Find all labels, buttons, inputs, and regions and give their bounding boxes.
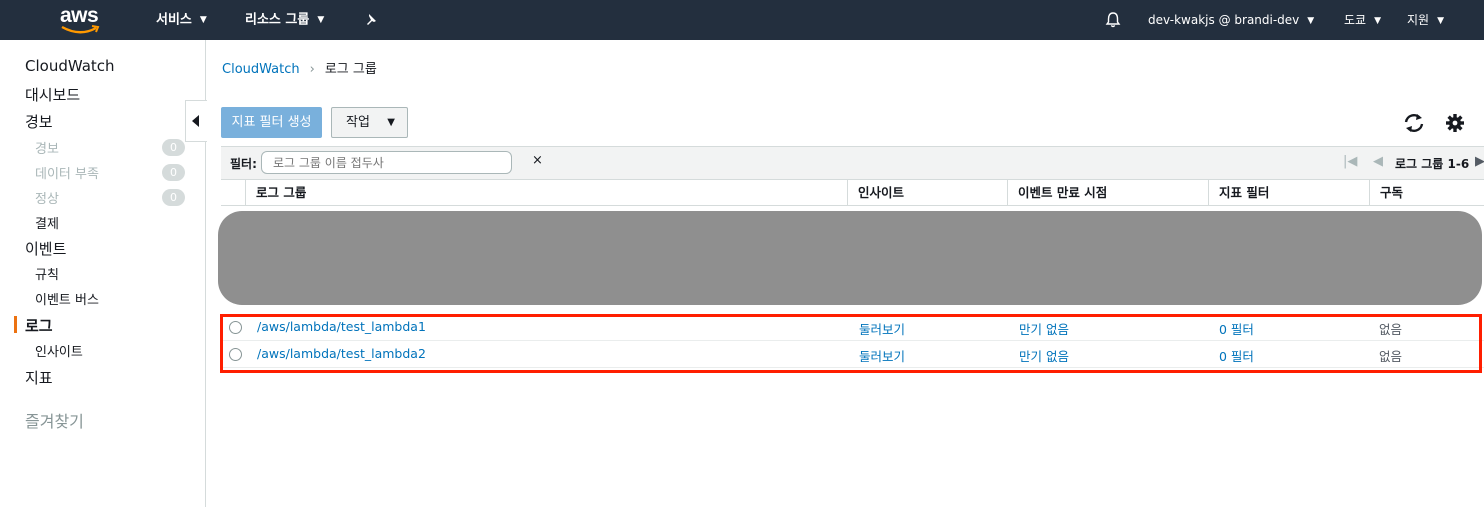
sidebar-collapse-button[interactable] xyxy=(185,100,207,142)
region-menu[interactable]: 도쿄 ▼ xyxy=(1344,0,1381,40)
alarm-count-badge: 0 xyxy=(162,139,185,156)
services-menu-label: 서비스 xyxy=(156,12,192,28)
filter-label: 필터: xyxy=(230,157,257,171)
bell-icon xyxy=(1105,11,1121,27)
pin-icon-glyph xyxy=(367,13,376,25)
sidebar-item-alarm-state[interactable]: 경보 xyxy=(35,138,59,157)
actions-button[interactable]: 작업 ▼ xyxy=(331,107,408,138)
services-menu[interactable]: 서비스 ▼ xyxy=(156,0,207,40)
sidebar-title-cloudwatch[interactable]: CloudWatch xyxy=(25,57,115,75)
account-menu[interactable]: dev-kwakjs @ brandi-dev ▼ xyxy=(1148,0,1314,40)
sidebar-item-events[interactable]: 이벤트 xyxy=(25,238,66,259)
chevron-down-icon: ▼ xyxy=(317,15,325,25)
column-header-metric-filters[interactable]: 지표 필터 xyxy=(1208,180,1269,206)
ok-count-badge: 0 xyxy=(162,189,185,206)
account-label: dev-kwakjs @ brandi-dev xyxy=(1148,13,1300,27)
log-group-prefix-filter-input[interactable] xyxy=(261,151,512,174)
sidebar-item-insufficient-data[interactable]: 데이터 부족 xyxy=(35,163,99,182)
aws-smile-icon xyxy=(61,25,100,34)
chevron-down-icon: ▼ xyxy=(387,117,395,128)
create-metric-filter-button[interactable]: 지표 필터 생성 xyxy=(221,107,322,138)
breadcrumb: CloudWatch › 로그 그룹 xyxy=(222,58,377,77)
column-header-log-group[interactable]: 로그 그룹 xyxy=(245,180,306,206)
chevron-down-icon: ▼ xyxy=(1437,15,1445,26)
region-label: 도쿄 xyxy=(1344,13,1367,27)
redacted-region xyxy=(218,211,1482,305)
caret-left-icon xyxy=(192,115,199,127)
table-header: 로그 그룹 인사이트 이벤트 만료 시점 지표 필터 구독 xyxy=(221,180,1484,206)
support-label: 지원 xyxy=(1407,13,1430,27)
chevron-down-icon: ▼ xyxy=(1374,15,1382,26)
pagination-label: 로그 그룹 1-6 xyxy=(1395,157,1470,171)
chevron-down-icon: ▼ xyxy=(1307,15,1315,26)
sidebar-item-billing[interactable]: 결제 xyxy=(35,213,59,232)
notifications-bell-icon[interactable] xyxy=(1104,0,1122,40)
column-header-subscriptions[interactable]: 구독 xyxy=(1369,180,1403,206)
refresh-icon[interactable] xyxy=(1402,112,1426,134)
aws-logo[interactable]: aws xyxy=(58,4,106,36)
clear-filter-icon[interactable]: × xyxy=(532,153,543,168)
breadcrumb-current: 로그 그룹 xyxy=(324,62,377,77)
first-page-icon[interactable]: |◀ xyxy=(1343,154,1357,169)
sidebar-item-metrics[interactable]: 지표 xyxy=(25,367,53,388)
sidebar-item-insights[interactable]: 인사이트 xyxy=(35,341,83,360)
sidebar-item-alarms[interactable]: 경보 xyxy=(25,111,53,132)
column-header-insights[interactable]: 인사이트 xyxy=(847,180,904,206)
sidebar-item-event-buses[interactable]: 이벤트 버스 xyxy=(35,289,99,308)
top-navigation: aws 서비스 ▼ 리소스 그룹 ▼ dev-kwakjs @ brandi-dev… xyxy=(0,0,1484,40)
insufficient-data-count-badge: 0 xyxy=(162,164,185,181)
gear-icon[interactable] xyxy=(1444,112,1466,134)
next-page-icon[interactable]: ▶ xyxy=(1475,154,1484,169)
actions-button-label: 작업 xyxy=(346,115,370,130)
sidebar-item-logs[interactable]: 로그 xyxy=(25,315,53,336)
sidebar-item-ok[interactable]: 정상 xyxy=(35,188,59,207)
chevron-right-icon: › xyxy=(309,62,315,77)
highlight-annotation-box xyxy=(220,314,1482,373)
previous-page-icon[interactable]: ◀ xyxy=(1373,154,1383,169)
sidebar-item-favorites[interactable]: 즐겨찾기 xyxy=(25,408,84,432)
filter-bar: 필터: × |◀ ◀ 로그 그룹 1-6 ▶ xyxy=(221,146,1484,180)
breadcrumb-cloudwatch-link[interactable]: CloudWatch xyxy=(222,62,300,77)
active-indicator xyxy=(14,316,17,333)
resource-groups-label: 리소스 그룹 xyxy=(245,12,310,28)
support-menu[interactable]: 지원 ▼ xyxy=(1407,0,1444,40)
sidebar: CloudWatch 대시보드 경보 경보 0 데이터 부족 0 정상 0 결제… xyxy=(0,40,206,507)
resource-groups-menu[interactable]: 리소스 그룹 ▼ xyxy=(245,0,324,40)
sidebar-item-dashboard[interactable]: 대시보드 xyxy=(25,84,80,105)
pin-icon[interactable] xyxy=(364,0,378,40)
sidebar-item-rules[interactable]: 규칙 xyxy=(35,264,59,283)
chevron-down-icon: ▼ xyxy=(199,15,207,25)
column-header-expire-events[interactable]: 이벤트 만료 시점 xyxy=(1007,180,1107,206)
